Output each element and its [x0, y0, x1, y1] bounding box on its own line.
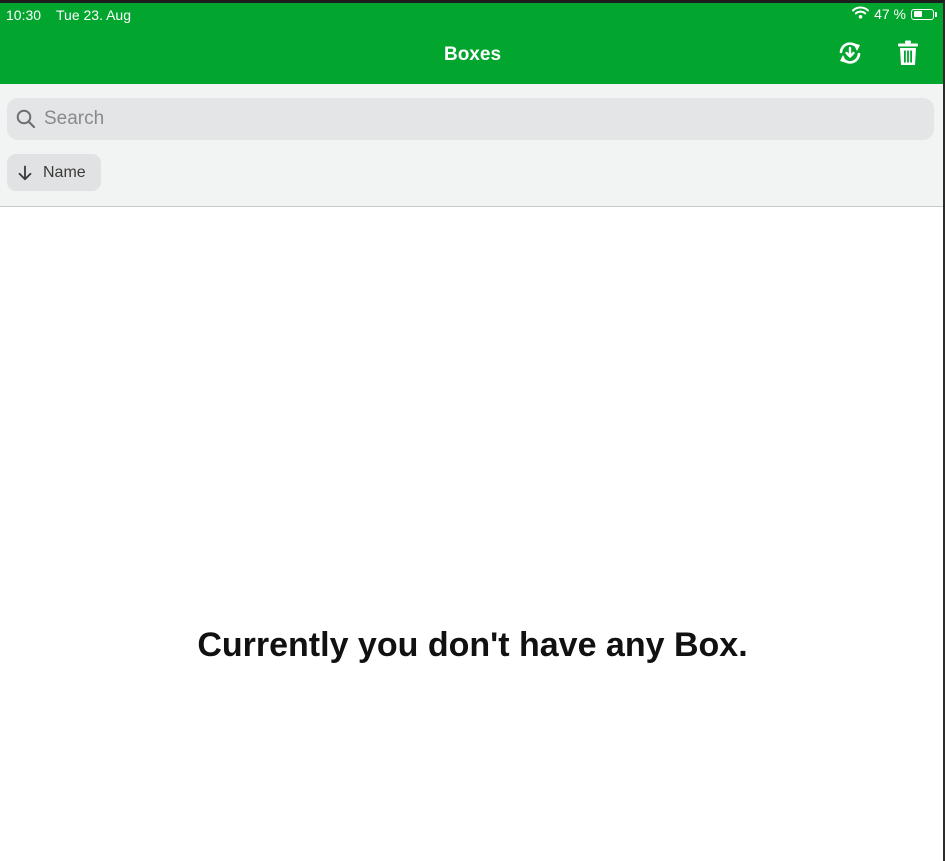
sort-label: Name	[43, 163, 86, 181]
battery-tip	[935, 11, 937, 17]
search-icon	[16, 109, 36, 129]
page-title: Boxes	[443, 44, 502, 65]
sort-by-name-button[interactable]: Name	[7, 154, 101, 191]
status-bar: 10:30 Tue 23. Aug 47 %	[0, 3, 945, 25]
search-input[interactable]	[42, 107, 906, 131]
refresh-button[interactable]	[833, 38, 867, 72]
navigation-header: 10:30 Tue 23. Aug 47 % Boxes	[0, 0, 945, 84]
refresh-download-icon	[836, 39, 864, 72]
status-time: 10:30	[6, 7, 42, 23]
trash-icon	[896, 39, 920, 72]
filter-toolbar: Name	[0, 84, 945, 207]
battery-icon	[911, 8, 934, 20]
status-indicators: 47 %	[852, 6, 937, 22]
search-bar[interactable]	[7, 98, 934, 140]
arrow-down-icon	[17, 165, 33, 181]
status-date: Tue 23. Aug	[56, 7, 131, 23]
wifi-icon	[852, 6, 870, 22]
delete-button[interactable]	[891, 38, 925, 72]
battery-percentage: 47 %	[874, 6, 906, 22]
empty-state-message: Currently you don't have any Box.	[197, 626, 748, 664]
